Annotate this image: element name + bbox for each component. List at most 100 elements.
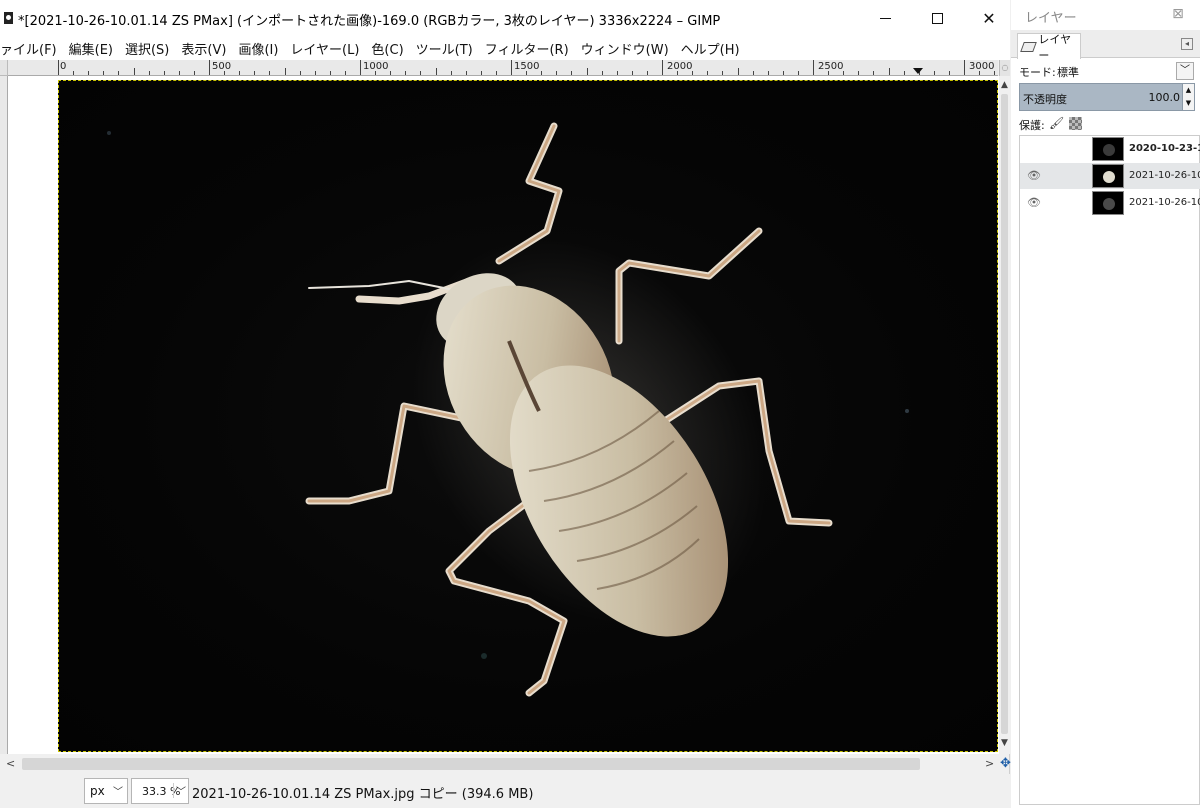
tab-label: レイヤー [1038,32,1072,62]
horizontal-scroll-thumb[interactable] [22,758,920,770]
ruler-tick [737,68,739,75]
ruler-tick [360,60,361,75]
canvas-area[interactable] [8,76,999,754]
opacity-slider[interactable]: 不透明度 100.0 ▲ ▼ [1019,83,1195,111]
lock-pixels-brush-icon[interactable]: 🖌 [1049,116,1064,130]
close-icon: ✕ [982,8,996,28]
navigate-icon[interactable]: ✥ [1000,754,1011,774]
insect-photo [107,122,909,697]
menu-file[interactable]: ァイル(F) [0,39,64,58]
unit-select[interactable]: px ﹀ [84,778,128,804]
layer-row[interactable]: 👁 2021-10-26-10 [1020,190,1200,216]
ruler-corner[interactable] [0,60,8,76]
minimize-button[interactable] [862,0,908,36]
scroll-down-icon[interactable]: ▼ [999,738,1010,748]
ruler-label: 2500 [818,61,844,72]
mode-row: モード: 標準 ﹀ [1011,60,1200,82]
ruler-tick [767,71,769,75]
layer-name: 2020-10-23-1 [1129,143,1200,154]
layer-visibility-toggle[interactable] [1026,142,1042,156]
lock-alpha-checker-icon[interactable] [1069,117,1082,130]
tab-menu-icon[interactable]: ◂ [1181,38,1193,50]
ruler-tick [133,68,135,75]
ruler-label: 3000 [969,61,995,72]
menu-filters[interactable]: フィルター(R) [480,39,576,58]
menu-bar: ァイル(F) 編集(E) 選択(S) 表示(V) 画像(I) レイヤー(L) 色… [0,36,1010,60]
layer-row[interactable]: 2020-10-23-1 [1020,136,1200,162]
thumb-shape [1103,144,1115,156]
ruler-tick [586,68,588,75]
dock-tab-bar: レイヤー ◂ [1011,30,1200,62]
ruler-tick [239,71,241,75]
tab-layers[interactable]: レイヤー [1017,33,1081,62]
ruler-tick [450,71,452,75]
status-bar: px ﹀ 33.3 % ﹀ 2021-10-26-10.01.14 ZS PMa… [0,774,1010,808]
maximize-button[interactable] [914,0,960,36]
eye-icon[interactable]: 👁 [1026,169,1042,183]
ruler-tick [420,71,422,75]
ruler-tick [979,71,981,75]
ruler-tick [933,71,935,75]
scroll-right-icon[interactable]: > [985,756,997,772]
vertical-scrollbar[interactable]: ▲ ▼ [999,76,1010,754]
ruler-tick [994,71,996,75]
zoom-select[interactable]: 33.3 % ﹀ [131,778,189,804]
ruler-tick [435,68,437,75]
ruler-tick [813,60,814,75]
ruler-tick [541,71,543,75]
menu-image[interactable]: 画像(I) [233,39,285,58]
ruler-label: 0 [60,61,67,72]
ruler-tick [616,71,618,75]
title-bar[interactable]: *[2021-10-26-10.01.14 ZS PMax] (インポートされた… [0,0,1010,36]
menu-select[interactable]: 選択(S) [120,39,176,58]
menu-view[interactable]: 表示(V) [176,39,233,58]
opacity-label: 不透明度 [1023,93,1067,106]
menu-help[interactable]: ヘルプ(H) [676,39,747,58]
ruler-tick [511,60,512,75]
ruler-pointer-marker [913,68,923,74]
mode-dropdown-button[interactable]: ﹀ [1176,62,1194,80]
lock-row: 保護: 🖌 [1019,115,1195,133]
dock-title: レイヤー [1025,11,1077,26]
thumb-shape [1103,198,1115,210]
ruler-tick [88,71,90,75]
ruler-tick [571,71,573,75]
lock-label: 保護: [1019,119,1045,132]
scroll-left-icon[interactable]: < [6,756,18,772]
ruler-tick [284,68,286,75]
scroll-up-icon[interactable]: ▲ [999,80,1010,90]
horizontal-ruler[interactable]: 0 500 1000 1500 2000 2500 3000 [8,60,998,76]
menu-colors[interactable]: 色(C) [366,39,410,58]
ruler-tick [269,71,271,75]
ruler-tick [495,71,497,75]
opacity-spin-button[interactable]: ▲ ▼ [1182,84,1194,110]
vertical-scroll-thumb[interactable] [1001,94,1008,734]
mode-label: モード: [1019,66,1056,79]
dock-close-icon[interactable]: ⊠ [1166,6,1190,26]
ruler-tick [118,71,120,75]
screen: *[2021-10-26-10.01.14 ZS PMax] (インポートされた… [0,0,1200,808]
layer-row[interactable]: 👁 2021-10-26-10 [1020,163,1200,189]
ruler-tick [646,71,648,75]
layer-thumbnail [1092,164,1124,188]
menu-layer[interactable]: レイヤー(L) [285,39,366,58]
image-canvas[interactable] [58,80,998,752]
quick-mask-corner-icon[interactable]: ◌ [999,60,1010,76]
ruler-tick [707,71,709,75]
menu-windows[interactable]: ウィンドウ(W) [576,39,676,58]
ruler-tick [828,71,830,75]
mode-value[interactable]: 標準 [1057,64,1079,80]
opacity-value[interactable]: 100.0 [1149,91,1181,104]
minimize-icon [879,17,891,19]
vertical-ruler[interactable] [0,76,8,754]
ruler-tick [752,71,754,75]
horizontal-scrollbar[interactable]: < > [0,754,999,774]
close-button[interactable]: ✕ [966,0,1012,36]
layers-icon [1020,41,1038,52]
ruler-tick [254,71,256,75]
menu-tools[interactable]: ツール(T) [411,39,480,58]
eye-icon[interactable]: 👁 [1026,196,1042,210]
layers-list: 2020-10-23-1 👁 2021-10-26-10 👁 2021-10-2… [1019,135,1200,805]
ruler-tick [556,71,558,75]
menu-edit[interactable]: 編集(E) [64,39,120,58]
